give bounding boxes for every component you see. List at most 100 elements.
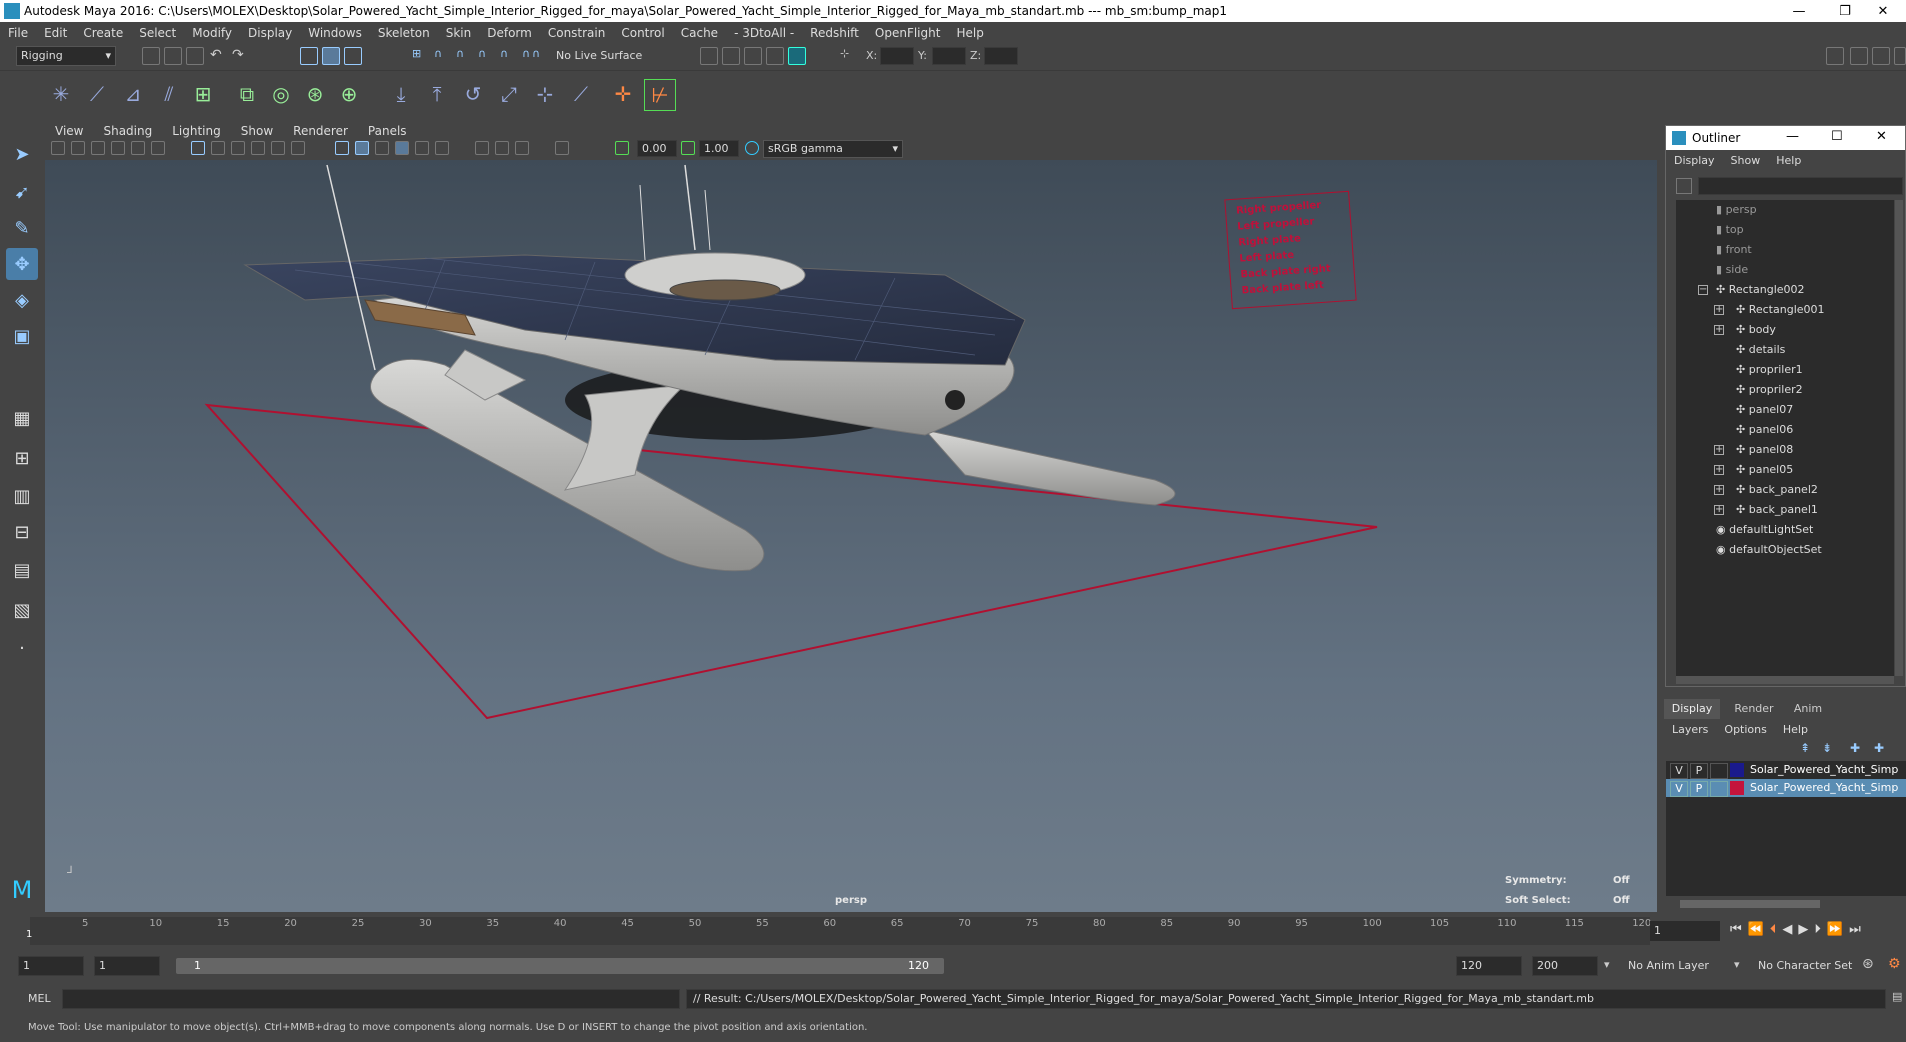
color-management-icon[interactable] [745, 141, 759, 155]
layer-playback-toggle[interactable]: P [1690, 763, 1708, 779]
go-to-start-icon[interactable]: ⏮ [1730, 922, 1742, 937]
layer-display-type[interactable] [1710, 781, 1728, 797]
field-chart-icon[interactable] [271, 141, 285, 155]
anim-layer-dropdown[interactable]: No Anim Layer [1628, 959, 1709, 972]
layer-scrollbar[interactable] [1680, 900, 1820, 908]
snap-curve-icon[interactable]: ∩ [434, 47, 452, 65]
expand-icon[interactable]: + [1714, 465, 1724, 475]
paint-select-icon[interactable]: ✎ [6, 212, 38, 244]
viewport-menu-panels[interactable]: Panels [358, 124, 417, 138]
select-hierarchy-icon[interactable] [300, 47, 318, 65]
default-material-icon[interactable] [375, 141, 389, 155]
color-space-dropdown[interactable]: sRGB gamma ▾ [763, 140, 903, 158]
xray-components-icon[interactable] [515, 141, 529, 155]
move-layer-down-icon[interactable]: ⇟ [1822, 741, 1832, 755]
twod-pan-icon[interactable] [131, 141, 145, 155]
expand-icon[interactable]: + [1714, 445, 1724, 455]
time-slider-track[interactable] [30, 917, 1650, 945]
attribute-editor-icon[interactable] [1850, 47, 1868, 65]
step-back-key-icon[interactable]: ⏴ [1770, 922, 1777, 937]
outliner-item-details[interactable]: ✣ details [1736, 340, 1785, 360]
expand-icon[interactable]: + [1714, 305, 1724, 315]
hypershade-layout-icon[interactable]: ▧ [6, 594, 38, 626]
outliner-item-panel08[interactable]: ✣ panel08 [1736, 440, 1793, 460]
layer-row-selected[interactable]: V P Solar_Powered_Yacht_Simp [1666, 779, 1906, 797]
viewport-menu-renderer[interactable]: Renderer [283, 124, 358, 138]
time-slider[interactable]: 1 5 10 15 20 25 30 35 40 45 50 55 60 65 70 75 80 85 90 95 1… [0, 913, 1651, 951]
use-all-lights-icon[interactable] [415, 141, 429, 155]
layer-visibility-toggle[interactable]: V [1670, 781, 1688, 797]
point-constraint-icon[interactable]: ⤓ [386, 79, 416, 109]
outliner-horizontal-scrollbar[interactable] [1676, 676, 1894, 684]
snap-point-icon[interactable]: ∩ [456, 47, 474, 65]
menu-deform[interactable]: Deform [479, 26, 540, 40]
command-input[interactable] [62, 989, 680, 1009]
image-plane-icon[interactable] [111, 141, 125, 155]
menu-redshift[interactable]: Redshift [802, 26, 867, 40]
grid-icon[interactable] [191, 141, 205, 155]
safe-action-icon[interactable] [291, 141, 305, 155]
ik-handle-icon[interactable]: ⟋ [82, 79, 112, 109]
redo-icon[interactable]: ↷ [232, 47, 250, 65]
bind-skin-icon[interactable]: ⧉ [232, 79, 262, 109]
outliner-item-propriler1[interactable]: ✣ propriler1 [1736, 360, 1803, 380]
range-slider-bar[interactable]: 1 120 [176, 958, 944, 974]
orient-constraint-icon[interactable]: ↺ [458, 79, 488, 109]
outliner-item-persp[interactable]: ▮ persp [1716, 200, 1757, 220]
expand-icon[interactable]: + [1714, 505, 1724, 515]
snap-grid-icon[interactable]: ⊞ [412, 47, 430, 65]
layer-row[interactable]: V P Solar_Powered_Yacht_Simp [1666, 761, 1906, 779]
menu-skeleton[interactable]: Skeleton [370, 26, 438, 40]
aim-constraint-icon[interactable]: ⤒ [422, 79, 452, 109]
chevron-down-icon[interactable]: ▾ [1604, 958, 1610, 971]
z-field[interactable] [984, 47, 1018, 65]
step-forward-key-icon[interactable]: ⏵ [1814, 922, 1821, 937]
single-view-icon[interactable]: ▦ [6, 402, 38, 434]
playback-start-field[interactable]: 1 [94, 956, 160, 976]
control-curve-icon[interactable]: ⊬ [644, 79, 676, 111]
expand-icon[interactable]: + [1714, 485, 1724, 495]
pole-vector-icon[interactable]: ⟋ [566, 79, 596, 109]
wireframe-icon[interactable] [335, 141, 349, 155]
layer-visibility-toggle[interactable]: V [1670, 763, 1688, 779]
isolate-select-icon[interactable] [555, 141, 569, 155]
animation-end-field[interactable]: 200 [1532, 956, 1598, 976]
render-view-icon[interactable] [788, 47, 806, 65]
outliner-item-top[interactable]: ▮ top [1716, 220, 1744, 240]
ik-spline-icon[interactable]: ⊿ [118, 79, 148, 109]
outliner-item-propriler2[interactable]: ✣ propriler2 [1736, 380, 1803, 400]
modeling-toolkit-icon[interactable] [1826, 47, 1844, 65]
rectangle002-control[interactable] [204, 403, 1378, 720]
layer-menu-help[interactable]: Help [1775, 723, 1816, 736]
tab-display[interactable]: Display [1664, 699, 1720, 719]
xray-icon[interactable] [475, 141, 489, 155]
layer-color-swatch[interactable] [1730, 763, 1744, 777]
command-language-toggle[interactable]: MEL [28, 992, 51, 1005]
outliner-vertical-scrollbar[interactable] [1895, 200, 1903, 676]
menu-cache[interactable]: Cache [673, 26, 726, 40]
expand-icon[interactable]: + [1714, 325, 1724, 335]
cluster-icon[interactable]: ⊕ [334, 79, 364, 109]
outliner-item-panel05[interactable]: ✣ panel05 [1736, 460, 1793, 480]
layer-name[interactable]: Solar_Powered_Yacht_Simp [1750, 781, 1898, 794]
collapse-icon[interactable]: − [1698, 285, 1708, 295]
make-live-icon[interactable]: ∩ [532, 47, 550, 65]
viewport-menu-show[interactable]: Show [231, 124, 283, 138]
menu-openflight[interactable]: OpenFlight [867, 26, 949, 40]
tool-settings-icon[interactable] [1872, 47, 1890, 65]
snap-surface-icon[interactable]: ∩ [500, 47, 518, 65]
four-view-icon[interactable]: ⊞ [6, 442, 38, 474]
lattice-icon[interactable]: ⊛ [300, 79, 330, 109]
textured-icon[interactable] [395, 141, 409, 155]
viewport-menu-view[interactable]: View [45, 124, 93, 138]
outliner-item-back-panel2[interactable]: ✣ back_panel2 [1736, 480, 1818, 500]
menu-display[interactable]: Display [240, 26, 300, 40]
tab-anim[interactable]: Anim [1780, 699, 1836, 719]
outliner-item-rectangle002[interactable]: ✣ Rectangle002 [1716, 280, 1805, 300]
layer-name[interactable]: Solar_Powered_Yacht_Simp [1750, 763, 1898, 776]
playback-end-field[interactable]: 120 [1456, 956, 1522, 976]
select-tool-icon[interactable]: ➤ [6, 138, 38, 170]
minimize-button[interactable]: — [1776, 0, 1822, 22]
character-set-dropdown[interactable]: No Character Set [1758, 959, 1852, 972]
lasso-tool-icon[interactable]: ➹ [6, 176, 38, 208]
